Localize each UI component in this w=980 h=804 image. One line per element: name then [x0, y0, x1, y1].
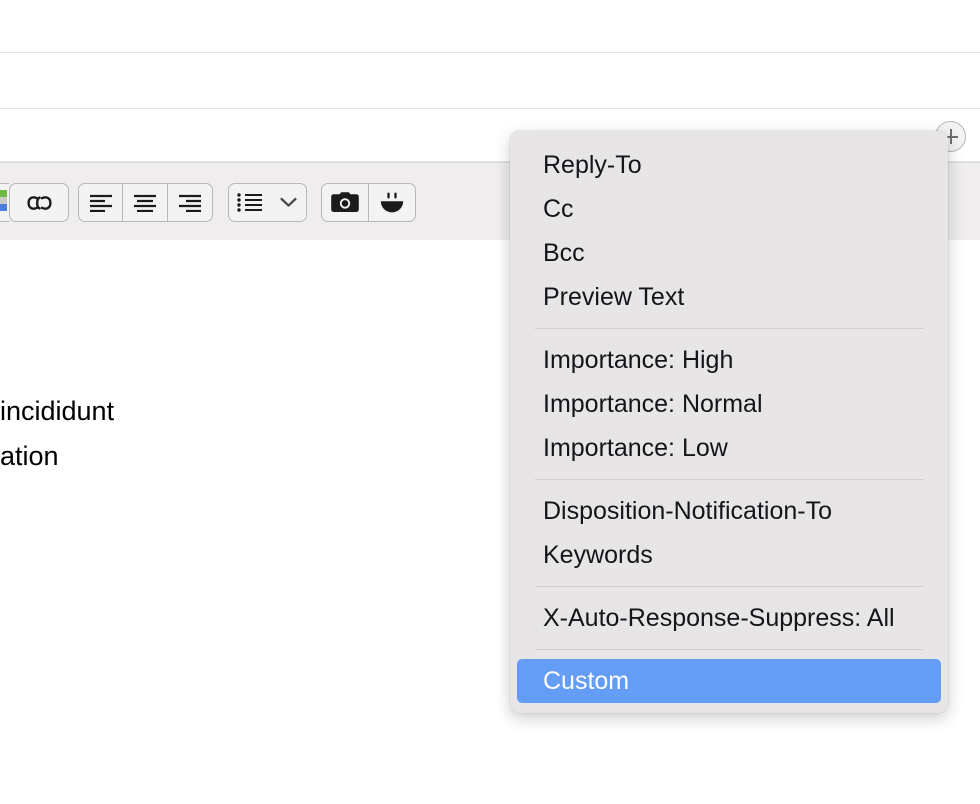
- menu-separator: [535, 328, 923, 329]
- toolbar-group-link: [9, 183, 69, 222]
- menu-item-disposition-notification-to[interactable]: Disposition-Notification-To: [517, 489, 941, 533]
- menu-item-reply-to[interactable]: Reply-To: [517, 143, 941, 187]
- body-text-line: incididunt: [0, 396, 115, 426]
- align-left-button[interactable]: [79, 184, 124, 221]
- menu-item-cc[interactable]: Cc: [517, 187, 941, 231]
- menu-item-importance-high[interactable]: Importance: High: [517, 338, 941, 382]
- body-text-line: ation: [0, 441, 59, 471]
- field-divider: [0, 108, 980, 109]
- menu-item-bcc[interactable]: Bcc: [517, 231, 941, 275]
- bulleted-list-button[interactable]: [229, 184, 272, 221]
- link-button[interactable]: [10, 184, 68, 221]
- field-divider: [0, 52, 980, 53]
- toolbar-group-alignment: [78, 183, 213, 222]
- menu-separator: [535, 649, 923, 650]
- align-center-button[interactable]: [123, 184, 168, 221]
- menu-separator: [535, 586, 923, 587]
- compose-window: incididunt ation Reply-To Cc Bcc Preview…: [0, 0, 980, 804]
- align-right-button[interactable]: [168, 184, 212, 221]
- menu-separator: [535, 479, 923, 480]
- menu-item-importance-normal[interactable]: Importance: Normal: [517, 382, 941, 426]
- list-style-dropdown-button[interactable]: [272, 184, 306, 221]
- menu-item-importance-low[interactable]: Importance: Low: [517, 426, 941, 470]
- chevron-down-icon: [280, 197, 297, 207]
- emoji-picker-button[interactable]: [369, 184, 416, 221]
- insert-photo-button[interactable]: [322, 184, 369, 221]
- color-swatch-icon[interactable]: [0, 183, 9, 222]
- add-header-dropdown-menu: Reply-To Cc Bcc Preview Text Importance:…: [510, 131, 948, 713]
- menu-item-keywords[interactable]: Keywords: [517, 533, 941, 577]
- menu-item-x-auto-response-suppress[interactable]: X-Auto-Response-Suppress: All: [517, 596, 941, 640]
- plus-icon: [950, 129, 952, 144]
- menu-item-preview-text[interactable]: Preview Text: [517, 275, 941, 319]
- menu-item-custom[interactable]: Custom: [517, 659, 941, 703]
- toolbar-group-lists: [228, 183, 307, 222]
- toolbar-group-media: [321, 183, 416, 222]
